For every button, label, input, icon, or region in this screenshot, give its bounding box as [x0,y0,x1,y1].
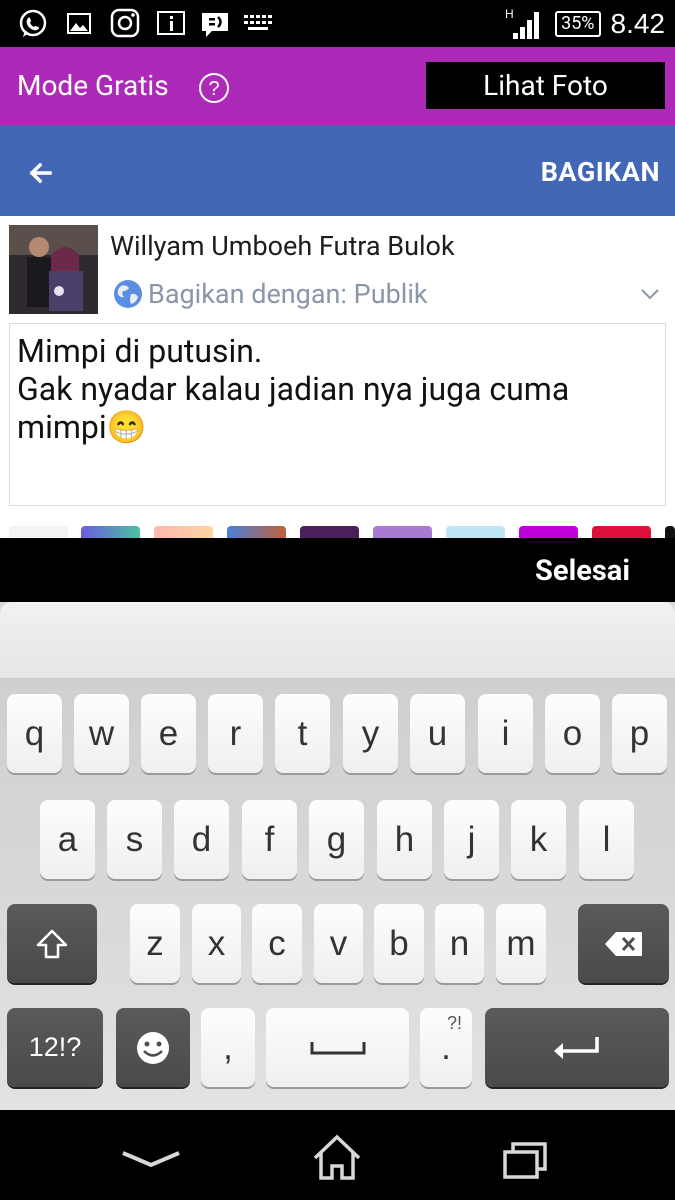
navigation-bar [0,1110,675,1200]
key-v[interactable]: v [314,904,363,983]
enter-key[interactable] [485,1008,669,1087]
post-text-field[interactable]: Mimpi di putusin. Gak nyadar kalau jadia… [9,323,666,506]
keyboard-header: Selesai [0,538,675,602]
smiley-icon [137,1031,169,1064]
chevron-down-icon[interactable] [641,288,659,300]
signal-icon: H [505,7,540,39]
key-n[interactable]: n [435,904,484,983]
key-x[interactable]: x [192,904,241,983]
key-a[interactable]: a [40,800,95,879]
whatsapp-icon [19,9,47,37]
privacy-selector[interactable]: Bagikan dengan: Publik [112,278,428,310]
symbols-key[interactable]: 12!? [7,1008,103,1087]
key-r[interactable]: r [208,694,263,773]
key-t[interactable]: t [275,694,330,773]
globe-icon [114,280,142,308]
background-swatch[interactable] [592,526,651,538]
instagram-icon [110,8,140,38]
svg-text:?: ? [208,78,219,100]
gallery-icon [67,13,91,34]
enter-icon [554,1036,599,1059]
key-u[interactable]: u [410,694,465,773]
background-swatch[interactable] [519,526,578,538]
key-d[interactable]: d [174,800,229,879]
background-swatch[interactable] [9,526,68,538]
battery-indicator: 35% [555,11,601,37]
key-y[interactable]: y [343,694,398,773]
keyboard-icon [244,15,272,30]
emoji-key[interactable] [116,1008,190,1087]
privacy-value: Publik [353,278,428,310]
back-arrow-icon[interactable] [18,153,68,193]
home-icon[interactable] [311,1134,363,1182]
post-text: Mimpi di putusin. Gak nyadar kalau jadia… [17,332,665,446]
key-b[interactable]: b [374,904,424,983]
post-text-body: Mimpi di putusin. Gak nyadar kalau jadia… [17,332,570,446]
space-icon [310,1041,365,1054]
background-swatch[interactable] [227,526,286,538]
key-f[interactable]: f [242,800,297,879]
view-photo-button[interactable]: Lihat Foto [426,62,665,109]
key-w[interactable]: w [74,694,129,773]
keyboard: q w e r t y u i o p a s d f g h j k l z … [0,602,675,1110]
top-bar: BAGIKAN [0,126,675,216]
period-key-sub: ?! [446,1013,462,1033]
background-swatch[interactable] [373,526,432,538]
background-swatch[interactable] [154,526,213,538]
clock: 8.42 [610,8,666,39]
period-key[interactable]: ?! . [420,1008,472,1087]
key-e[interactable]: e [141,694,196,773]
key-k[interactable]: k [511,800,566,879]
key-z[interactable]: z [130,904,180,983]
suggestion-bar [0,602,675,678]
recent-apps-icon[interactable] [502,1140,548,1180]
key-m[interactable]: m [496,904,546,983]
background-swatch[interactable] [665,526,675,538]
user-name: Willyam Umboeh Futra Bulok [110,230,455,262]
backspace-icon [604,931,642,956]
share-button[interactable]: BAGIKAN [541,156,660,188]
post-composer: Willyam Umboeh Futra Bulok Bagikan denga… [0,216,675,538]
network-type: H [505,7,514,21]
key-j[interactable]: j [444,800,499,879]
info-icon [157,11,185,35]
free-mode-bar: Mode Gratis ? Lihat Foto [0,47,675,126]
background-color-picker [0,526,675,538]
key-area: q w e r t y u i o p a s d f g h j k l z … [0,678,675,1110]
background-swatch[interactable] [300,526,359,538]
backspace-key[interactable] [578,904,669,983]
key-p[interactable]: p [612,694,667,773]
chat-icon [202,13,228,37]
free-mode-title: Mode Gratis [17,69,169,102]
grin-emoji: 😁 [106,408,147,446]
done-button[interactable]: Selesai [535,554,630,588]
back-nav-icon[interactable] [120,1148,182,1172]
space-key[interactable] [266,1008,409,1087]
key-o[interactable]: o [545,694,600,773]
key-c[interactable]: c [252,904,302,983]
key-q[interactable]: q [7,694,62,773]
background-swatch[interactable] [81,526,140,538]
help-icon[interactable]: ? [198,72,230,104]
background-swatch[interactable] [446,526,505,538]
privacy-label: Bagikan dengan: [148,278,347,310]
key-g[interactable]: g [309,800,364,879]
key-s[interactable]: s [107,800,162,879]
key-l[interactable]: l [579,800,634,879]
avatar [9,225,98,314]
shift-key[interactable] [7,904,97,983]
key-i[interactable]: i [478,694,533,773]
key-h[interactable]: h [377,800,432,879]
shift-icon [36,929,68,958]
comma-key[interactable]: , [201,1008,255,1087]
status-right: H 35% 8.42 [505,4,665,44]
status-bar: H 35% 8.42 [0,0,675,47]
